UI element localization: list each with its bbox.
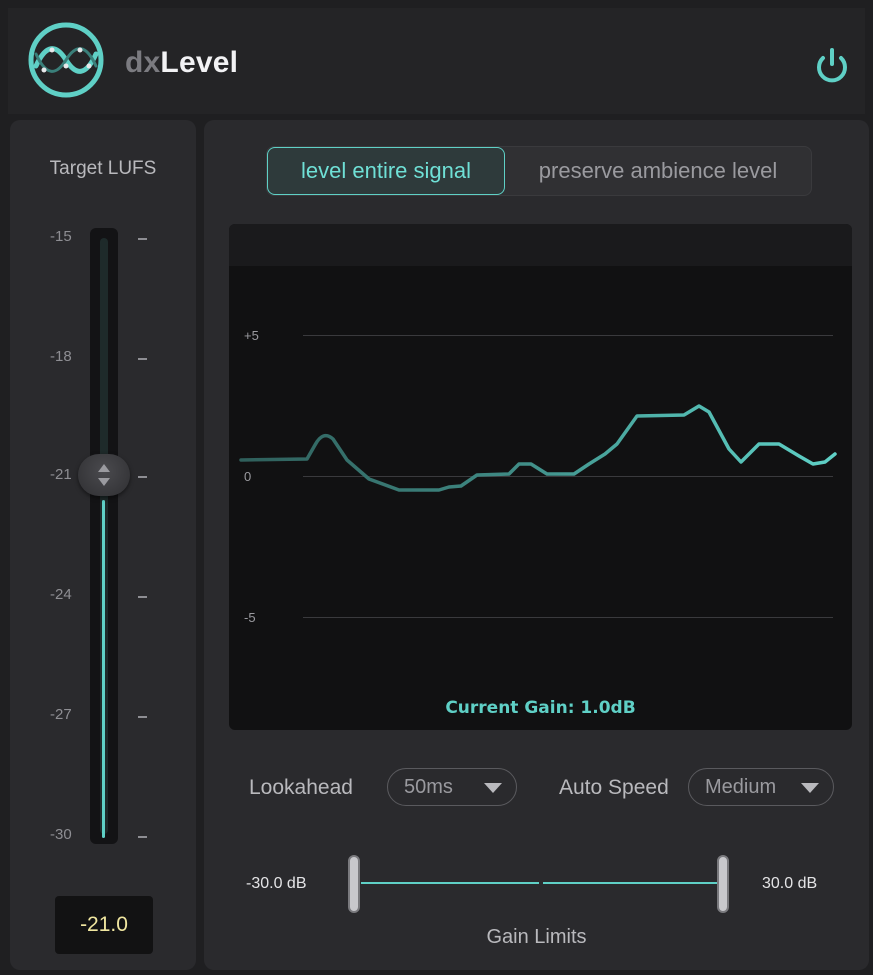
waveform-logo-icon	[28, 22, 104, 98]
brand-prefix: dx	[125, 46, 161, 79]
up-down-arrows-icon	[98, 464, 110, 486]
auto-speed-label: Auto Speed	[559, 776, 669, 799]
tick-mark	[138, 476, 147, 478]
gain-limits-center-mark	[539, 880, 543, 886]
brand-name: Level	[160, 46, 239, 79]
power-icon[interactable]	[814, 46, 850, 84]
target-fader-knob[interactable]	[78, 454, 130, 496]
auto-speed-dropdown[interactable]: Medium	[688, 768, 834, 806]
target-fader-fill	[102, 500, 105, 838]
gain-limit-min-handle[interactable]	[348, 855, 360, 913]
mode-level-entire-signal[interactable]: level entire signal	[267, 147, 505, 195]
gain-graph: +5 0 -5 Current Gain: 1.0dB	[229, 224, 852, 730]
target-lufs-title: Target LUFS	[49, 158, 157, 179]
tick-mark	[138, 358, 147, 360]
plugin-window: dxLevel Target LUFS -15 -18 -21 -24 -27 …	[0, 0, 873, 975]
tick-mark	[138, 716, 147, 718]
tick-mark	[138, 238, 147, 240]
tick-label: -24	[50, 586, 72, 603]
tick-mark	[138, 596, 147, 598]
chevron-down-icon	[484, 783, 502, 793]
tick-label: -21	[50, 466, 72, 483]
current-gain-readout: Current Gain: 1.0dB	[445, 698, 636, 718]
lookahead-label: Lookahead	[249, 776, 353, 799]
tick-label: -15	[50, 228, 72, 245]
gain-limit-min-label: -30.0 dB	[246, 875, 307, 892]
chevron-down-icon	[801, 783, 819, 793]
mode-selector: level entire signal preserve ambience le…	[266, 146, 812, 196]
mode-preserve-ambience[interactable]: preserve ambience level	[505, 147, 811, 195]
auto-speed-value: Medium	[705, 775, 777, 798]
gain-limit-max-handle[interactable]	[717, 855, 729, 913]
gain-limits-title: Gain Limits	[486, 926, 587, 948]
tick-label: -18	[50, 348, 72, 365]
tick-label: -30	[50, 826, 72, 843]
main-panel: level entire signal preserve ambience le…	[204, 120, 869, 970]
lookahead-value: 50ms	[404, 775, 453, 798]
gain-limit-max-label: 30.0 dB	[762, 875, 818, 892]
header: dxLevel	[8, 8, 865, 114]
tick-mark	[138, 836, 147, 838]
gain-history-curve	[239, 404, 837, 492]
lookahead-dropdown[interactable]: 50ms	[387, 768, 517, 806]
target-lufs-panel: Target LUFS -15 -18 -21 -24 -27 -30 -21.…	[10, 120, 196, 970]
tick-label: -27	[50, 706, 72, 723]
brand-title: dxLevel	[125, 46, 238, 80]
target-value-field[interactable]: -21.0	[55, 896, 153, 954]
gain-curve-line	[239, 404, 837, 492]
